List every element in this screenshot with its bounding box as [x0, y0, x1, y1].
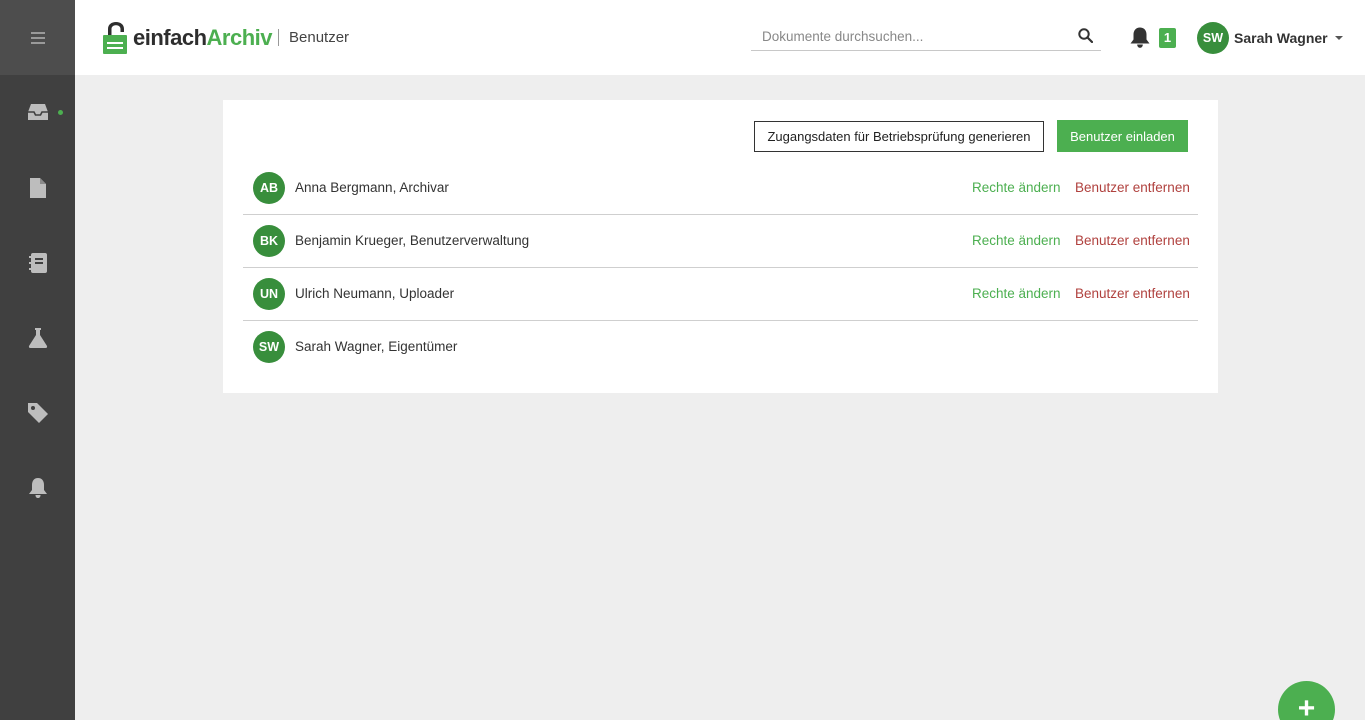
flask-icon [28, 328, 47, 348]
sidebar-item-inbox[interactable] [0, 92, 75, 132]
change-rights-link[interactable]: Rechte ändern [972, 286, 1061, 301]
document-icon [29, 178, 46, 198]
list-item: BK Benjamin Krueger, Benutzerverwaltung … [243, 215, 1198, 268]
menu-icon [30, 31, 45, 44]
sidebar-item-tags[interactable] [0, 393, 75, 433]
user-menu[interactable]: SW Sarah Wagner [1197, 22, 1343, 54]
notification-count-badge[interactable]: 1 [1159, 28, 1176, 48]
avatar: AB [253, 172, 285, 204]
sidebar-item-lab[interactable] [0, 318, 75, 358]
sidebar-item-documents[interactable] [0, 168, 75, 208]
notebook-icon [28, 253, 47, 273]
search-input[interactable] [751, 22, 1061, 50]
notification-bell-icon[interactable] [1130, 27, 1150, 48]
remove-user-link[interactable]: Benutzer entfernen [1075, 180, 1190, 195]
user-label: Benjamin Krueger, Benutzerverwaltung [295, 233, 530, 248]
user-name: Sarah Wagner [1234, 30, 1328, 46]
change-rights-link[interactable]: Rechte ändern [972, 180, 1061, 195]
change-rights-link[interactable]: Rechte ändern [972, 233, 1061, 248]
users-card: Zugangsdaten für Betriebsprüfung generie… [223, 100, 1218, 393]
generate-audit-credentials-button[interactable]: Zugangsdaten für Betriebsprüfung generie… [754, 121, 1044, 152]
inbox-icon [27, 104, 48, 120]
sidebar-item-binders[interactable] [0, 243, 75, 283]
tag-icon [27, 403, 48, 423]
bell-icon [28, 478, 47, 498]
app-logo[interactable]: einfachArchiv [103, 22, 273, 54]
avatar: SW [1197, 22, 1229, 54]
remove-user-link[interactable]: Benutzer entfernen [1075, 286, 1190, 301]
menu-toggle-button[interactable] [0, 0, 75, 75]
title-separator [278, 29, 279, 46]
add-fab-button[interactable]: + [1278, 681, 1335, 720]
chevron-down-icon [1334, 36, 1343, 40]
search-icon[interactable] [1078, 28, 1093, 43]
sidebar [0, 0, 75, 720]
invite-user-button[interactable]: Benutzer einladen [1057, 120, 1188, 152]
user-label: Sarah Wagner, Eigentümer [295, 339, 458, 354]
sidebar-item-notifications[interactable] [0, 468, 75, 508]
logo-lock-icon [103, 22, 127, 54]
list-item: UN Ulrich Neumann, Uploader Rechte änder… [243, 268, 1198, 321]
avatar: SW [253, 331, 285, 363]
user-label: Ulrich Neumann, Uploader [295, 286, 455, 301]
user-label: Anna Bergmann, Archivar [295, 180, 449, 195]
plus-icon: + [1297, 692, 1316, 720]
user-list: AB Anna Bergmann, Archivar Rechte ändern… [243, 162, 1198, 374]
logo-text-archiv: Archiv [206, 25, 273, 50]
list-item: SW Sarah Wagner, Eigentümer [243, 321, 1198, 374]
remove-user-link[interactable]: Benutzer entfernen [1075, 233, 1190, 248]
list-item: AB Anna Bergmann, Archivar Rechte ändern… [243, 162, 1198, 215]
avatar: BK [253, 225, 285, 257]
search-bar [751, 22, 1101, 51]
top-header: einfachArchiv Benutzer 1 SW Sarah Wagner [75, 0, 1365, 75]
page-title: Benutzer [289, 29, 350, 46]
avatar: UN [253, 278, 285, 310]
sidebar-active-dot [58, 110, 63, 115]
logo-text-einfach: einfach [133, 25, 207, 50]
